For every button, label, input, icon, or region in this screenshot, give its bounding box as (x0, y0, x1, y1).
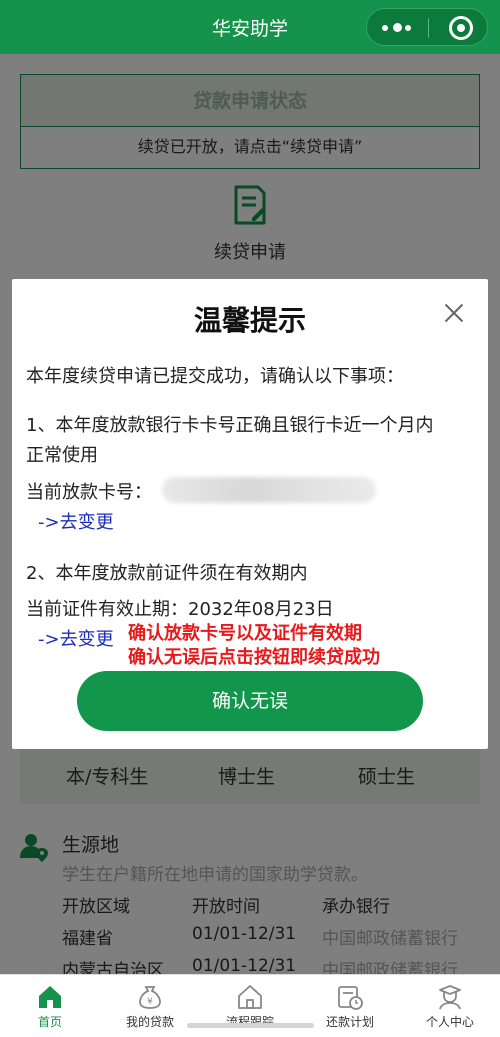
tab-repayment-plan[interactable]: 还款计划 (300, 975, 400, 1037)
close-program-icon[interactable] (449, 16, 473, 40)
home-icon (39, 986, 61, 1008)
requirement-1-line-2: 正常使用 (26, 445, 98, 466)
annotation-line-1: 确认放款卡号以及证件有效期 (128, 623, 362, 644)
requirement-1-line-1: 1、本年度放款银行卡卡号正确且银行卡近一个月内 (26, 415, 434, 436)
house-outline-icon (238, 985, 262, 1009)
card-number-label: 当前放款卡号： (26, 482, 152, 503)
tab-my-loans[interactable]: ¥ 我的贷款 (100, 975, 200, 1037)
dialog-intro: 本年度续贷申请已提交成功，请确认以下事项： (26, 366, 404, 387)
home-indicator[interactable] (187, 1023, 314, 1028)
tab-label: 我的贷款 (125, 1015, 174, 1029)
reminder-dialog: 温馨提示 本年度续贷申请已提交成功，请确认以下事项： 1、本年度放款银行卡卡号正… (12, 279, 488, 749)
requirement-2: 2、本年度放款前证件须在有效期内 (26, 563, 308, 584)
mini-program-capsule (366, 8, 488, 46)
card-number-redacted (162, 477, 376, 503)
capsule-divider (428, 18, 429, 38)
id-expiry-date: 当前证件有效止期：2032年08月23日 (26, 599, 334, 620)
svg-text:¥: ¥ (147, 997, 153, 1007)
change-card-link[interactable]: ->去变更 (38, 508, 114, 534)
more-dots-icon[interactable] (382, 22, 412, 34)
close-icon[interactable] (442, 301, 466, 325)
tab-home[interactable]: 首页 (0, 975, 100, 1037)
tab-label: 还款计划 (325, 1015, 374, 1029)
annotation-line-2: 确认无误后点击按钮即续贷成功 (128, 647, 380, 668)
navigation-bar: 华安助学 (0, 0, 500, 54)
confirm-button[interactable]: 确认无误 (77, 671, 423, 731)
tab-label: 首页 (37, 1015, 62, 1029)
tab-personal-center[interactable]: 个人中心 (400, 975, 500, 1037)
dialog-title: 温馨提示 (193, 304, 306, 337)
change-id-link[interactable]: ->去变更 (38, 625, 114, 651)
calendar-clock-icon (338, 986, 363, 1010)
money-bag-icon: ¥ (139, 986, 161, 1009)
user-graduate-icon (439, 985, 461, 1010)
tab-label: 个人中心 (425, 1015, 474, 1029)
